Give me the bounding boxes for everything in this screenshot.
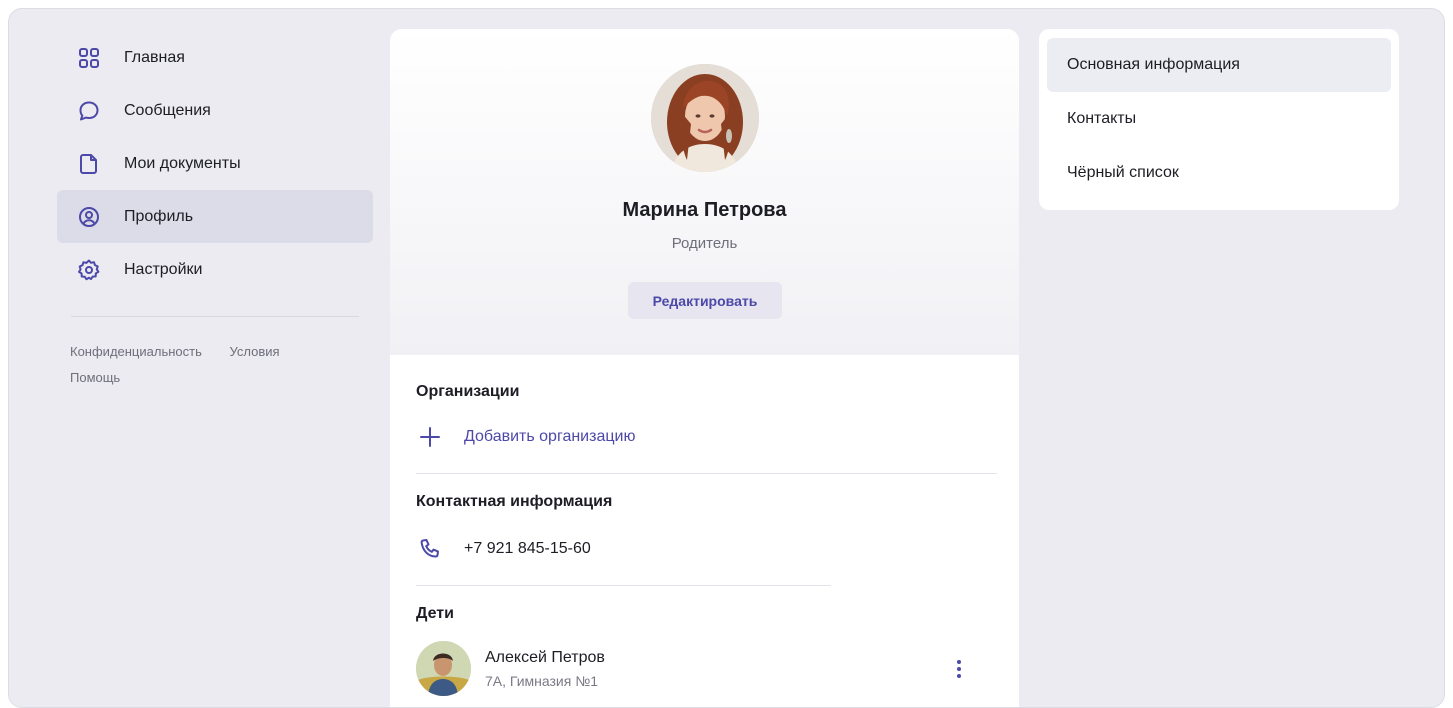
footer-links: Конфиденциальность Условия Помощь [57, 335, 373, 387]
profile-section-menu: Основная информация Контакты Чёрный спис… [1039, 29, 1399, 210]
profile-role: Родитель [671, 235, 738, 252]
child-list-item[interactable]: Алексей Петров 7А, Гимназия №1 [416, 641, 993, 696]
sidebar-item-settings[interactable]: Настройки [57, 243, 373, 296]
plus-icon [416, 423, 444, 451]
sidebar-item-label: Сообщения [124, 101, 211, 119]
sidebar-item-label: Настройки [124, 260, 203, 278]
sidebar-item-documents[interactable]: Мои документы [57, 137, 373, 190]
menu-item-main-info[interactable]: Основная информация [1047, 38, 1391, 92]
sidebar-item-label: Профиль [124, 207, 194, 225]
help-link[interactable]: Помощь [70, 370, 120, 385]
phone-icon [416, 535, 444, 563]
nav-divider [71, 316, 359, 317]
chat-bubble-icon [75, 97, 103, 125]
privacy-link[interactable]: Конфиденциальность [70, 344, 202, 359]
avatar [651, 64, 759, 172]
phone-number: +7 921 845-15-60 [464, 540, 591, 557]
profile-header: Марина Петрова Родитель Редактировать [390, 29, 1019, 355]
child-avatar [416, 641, 471, 696]
menu-item-blacklist[interactable]: Чёрный список [1047, 146, 1391, 200]
phone-row: +7 921 845-15-60 [416, 533, 993, 565]
profile-name: Марина Петрова [622, 199, 787, 221]
child-name: Алексей Петров [485, 648, 605, 666]
children-section: Дети Алексей Петров 7А, Гимназия №1 [390, 586, 1019, 696]
contacts-section: Контактная информация +7 921 845-15-60 [390, 474, 1019, 565]
sidebar-item-profile[interactable]: Профиль [57, 190, 373, 243]
section-title: Контактная информация [416, 493, 613, 510]
more-options-icon[interactable] [949, 654, 969, 684]
section-title: Организации [416, 383, 520, 400]
edit-profile-button[interactable]: Редактировать [628, 282, 782, 319]
menu-item-contacts[interactable]: Контакты [1047, 92, 1391, 146]
organizations-section: Организации Добавить организацию [390, 355, 1019, 453]
grid-icon [75, 44, 103, 72]
sidebar-item-label: Мои документы [124, 154, 241, 172]
terms-link[interactable]: Условия [230, 344, 280, 359]
app-window: Главная Сообщения Мои документы Профиль … [8, 8, 1445, 708]
document-icon [75, 150, 103, 178]
sidebar-nav: Главная Сообщения Мои документы Профиль … [57, 31, 373, 387]
user-circle-icon [75, 203, 103, 231]
child-class: 7А, Гимназия №1 [485, 672, 599, 689]
gear-icon [75, 256, 103, 284]
add-organization-row[interactable]: Добавить организацию [416, 421, 993, 453]
add-organization-link[interactable]: Добавить организацию [464, 428, 635, 446]
sidebar-item-home[interactable]: Главная [57, 31, 373, 84]
profile-card: Марина Петрова Родитель Редактировать Ор… [390, 29, 1019, 707]
child-info: Алексей Петров 7А, Гимназия №1 [485, 649, 605, 689]
sidebar-item-messages[interactable]: Сообщения [57, 84, 373, 137]
section-title: Дети [416, 605, 454, 622]
sidebar-item-label: Главная [124, 48, 185, 66]
